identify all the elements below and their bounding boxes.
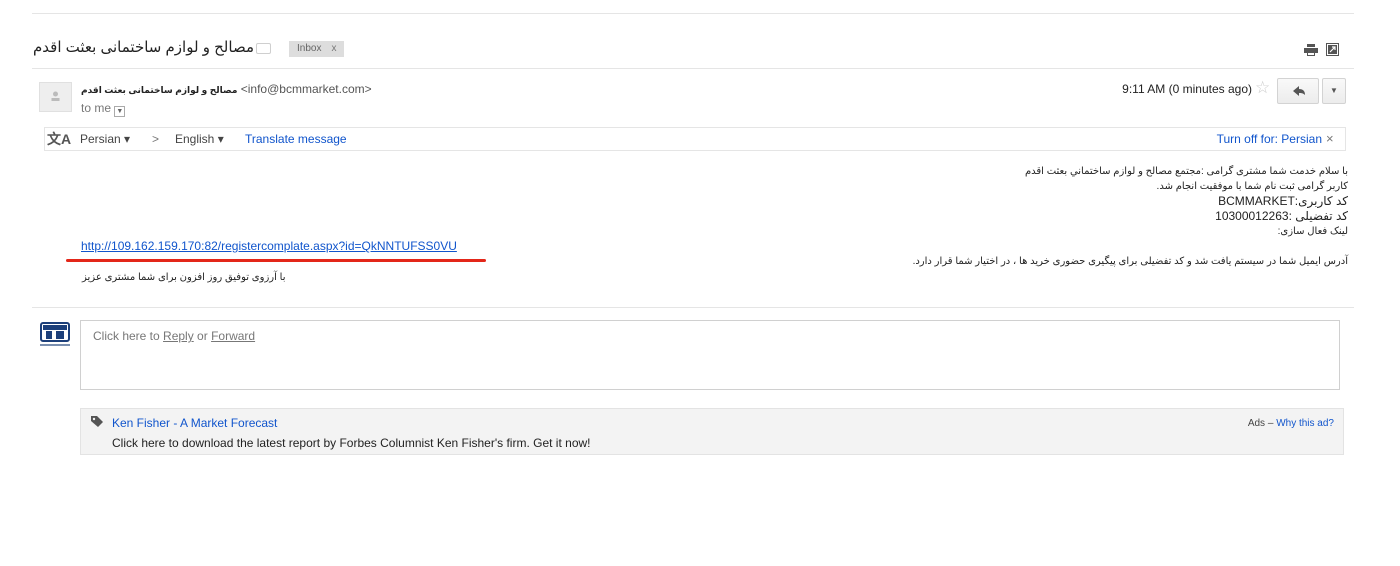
star-icon[interactable]: ☆: [1255, 78, 1270, 98]
sender-name[interactable]: مصالح و لوازم ساختمانی بعثت اقدم: [81, 85, 237, 95]
message-body-rtl: با سلام خدمت شما مشتری گرامی :مجتمع مصال…: [648, 164, 1348, 239]
reply-prompt[interactable]: Click here to Reply or Forward: [93, 329, 255, 343]
translate-bar: [44, 127, 1346, 151]
print-icon[interactable]: [1304, 44, 1318, 56]
body-line: کد تفضيلی :10300012263: [1215, 209, 1348, 223]
translate-arrow: >: [152, 132, 160, 146]
tag-icon: [91, 416, 103, 427]
source-language-select[interactable]: Persian ▾: [80, 132, 130, 146]
body-line: کاربر گرامی ثبت نام شما با موفقيت انجام …: [1156, 181, 1348, 192]
top-divider: [32, 13, 1354, 14]
translate-icon: 文A: [47, 131, 72, 147]
reply-button[interactable]: [1277, 78, 1319, 104]
reply-prompt-or: or: [193, 329, 212, 343]
sender-line: مصالح و لوازم ساختمانی بعثت اقدم <info@b…: [81, 82, 372, 96]
sender-avatar[interactable]: [39, 82, 72, 112]
sender-email: <info@bcmmarket.com>: [240, 82, 372, 96]
reply-link[interactable]: Reply: [163, 329, 194, 343]
registration-link[interactable]: http://109.162.159.170:82/registercompla…: [81, 239, 457, 253]
more-actions-button[interactable]: ▼: [1322, 78, 1346, 104]
ad-title-link[interactable]: Ken Fisher - A Market Forecast: [112, 416, 277, 430]
body-line: آدرس ايميل شما در سيستم يافت شد و کد تفض…: [912, 256, 1348, 267]
forward-link[interactable]: Forward: [211, 329, 255, 343]
translate-message-link[interactable]: Translate message: [245, 132, 347, 146]
target-language-select[interactable]: English ▾: [175, 132, 224, 146]
inbox-label-chip[interactable]: Inbox x: [289, 41, 345, 57]
new-window-icon[interactable]: [1326, 43, 1339, 56]
default-avatar-icon: [51, 91, 60, 101]
body-line: با آرزوی توفيق روز افزون برای شما مشتری …: [82, 272, 286, 283]
close-translate-bar-icon[interactable]: ×: [1326, 131, 1334, 146]
details-dropdown-icon[interactable]: ▼: [114, 106, 126, 117]
reply-box[interactable]: [80, 320, 1340, 390]
turn-off-translation-link[interactable]: Turn off for: Persian: [1217, 132, 1322, 146]
ads-label: Ads – Why this ad?: [1248, 418, 1334, 429]
inbox-label-text: Inbox: [297, 43, 322, 54]
recipient-line: to me ▼: [81, 101, 126, 117]
why-this-ad-link[interactable]: Why this ad?: [1276, 418, 1334, 429]
body-divider: [32, 307, 1354, 308]
body-line: کد کاربری:BCMMARKET: [1218, 194, 1348, 208]
email-subject: مصالح و لوازم ساختمانی بعثت اقدم: [33, 39, 254, 56]
subject-divider: [32, 68, 1354, 69]
body-line: لينک فعال سازی:: [1277, 226, 1348, 237]
bcm-logo-icon: [40, 322, 70, 346]
reply-arrow-icon: [1293, 86, 1305, 96]
label-icon[interactable]: [256, 43, 271, 54]
red-underline-annotation: [66, 259, 486, 262]
remove-label-button[interactable]: x: [331, 41, 336, 57]
message-time: 9:11 AM (0 minutes ago): [1122, 82, 1252, 96]
ad-description[interactable]: Click here to download the latest report…: [112, 436, 591, 450]
reply-prompt-prefix: Click here to: [93, 329, 164, 343]
body-line: با سلام خدمت شما مشتری گرامی :مجتمع مصال…: [1024, 166, 1348, 177]
recipient-text: to me: [81, 101, 112, 115]
ads-text: Ads –: [1247, 418, 1277, 429]
